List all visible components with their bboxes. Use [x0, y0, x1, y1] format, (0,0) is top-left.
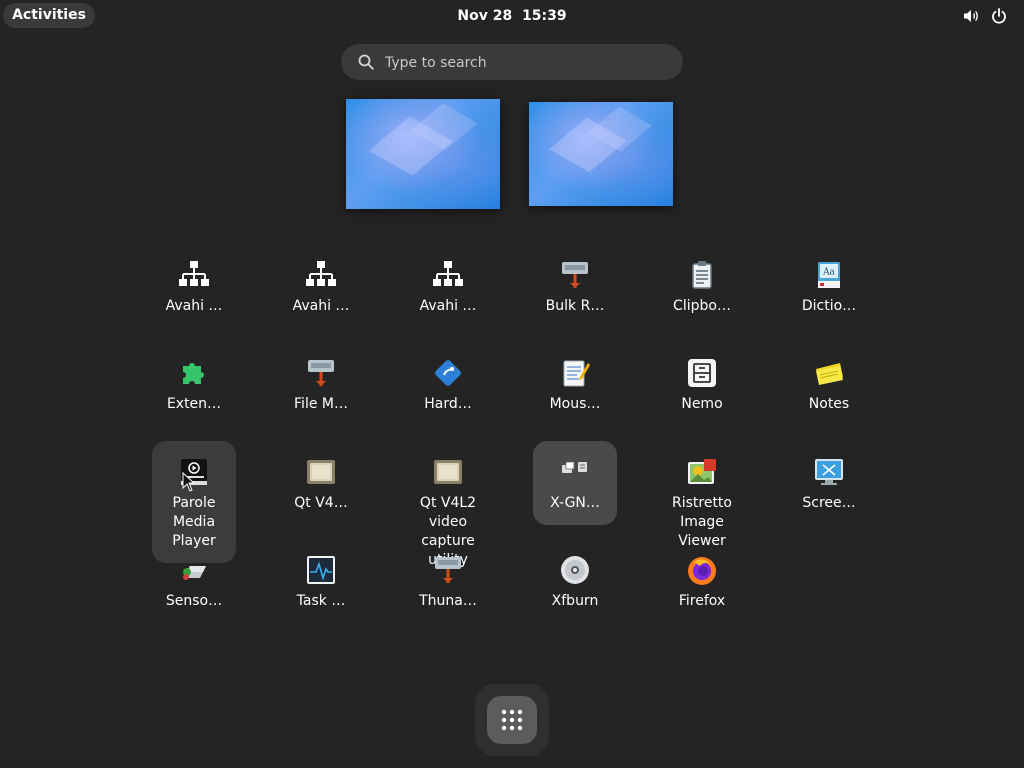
- app-tile[interactable]: Hard…: [406, 342, 490, 432]
- nemo-icon: [688, 359, 716, 387]
- sensors-icon: [183, 566, 206, 580]
- network-icon: [306, 261, 336, 286]
- app-tile[interactable]: Bulk R…: [533, 244, 617, 334]
- dictionary-icon: Aa: [818, 262, 840, 288]
- app-label: Qt V4…: [294, 495, 348, 511]
- hardinfo-icon: [435, 360, 461, 386]
- app-tile[interactable]: Aa Dictio…: [787, 244, 871, 334]
- app-label: Task …: [296, 593, 346, 609]
- notes-icon: [816, 363, 843, 385]
- task-manager-icon: [307, 556, 335, 584]
- app-label: Xfburn: [551, 593, 599, 609]
- workspace-thumbnail-1[interactable]: [346, 99, 500, 209]
- app-tile[interactable]: File M…: [279, 342, 363, 432]
- app-tile[interactable]: Scree…: [787, 441, 871, 531]
- volume-icon[interactable]: [962, 7, 980, 25]
- app-label: Thuna…: [419, 593, 477, 609]
- show-apps-button[interactable]: [487, 696, 537, 744]
- qt-v4l2-capture-icon: [434, 460, 462, 484]
- network-icon: [433, 261, 463, 286]
- clipboard-icon: [692, 261, 712, 289]
- app-label: Avahi …: [292, 298, 350, 314]
- svg-text:Aa: Aa: [822, 268, 835, 278]
- app-label: Clipbo…: [673, 298, 731, 314]
- app-label: Dictio…: [801, 298, 857, 314]
- screenshot-icon: [815, 459, 843, 485]
- top-bar: Activities Nov 28 15:39: [0, 0, 1024, 32]
- app-tile[interactable]: Exten…: [152, 342, 236, 432]
- app-label: Hard…: [424, 396, 472, 412]
- app-label: Avahi …: [165, 298, 223, 314]
- app-folder-tile[interactable]: X-GN…: [533, 441, 617, 525]
- app-label: Firefox: [678, 593, 726, 609]
- app-tile[interactable]: Avahi …: [406, 244, 490, 334]
- app-tile[interactable]: Nemo: [660, 342, 744, 432]
- app-label: Senso…: [165, 593, 223, 609]
- app-tile[interactable]: Task …: [279, 539, 363, 629]
- app-tile[interactable]: Avahi …: [152, 244, 236, 334]
- time-text: 15:39: [522, 8, 567, 24]
- app-label: Avahi …: [419, 298, 477, 314]
- app-tile[interactable]: Mous…: [533, 342, 617, 432]
- app-tile[interactable]: Xfburn: [533, 539, 617, 629]
- app-label: X-GN…: [550, 495, 600, 511]
- mousepad-icon: [563, 360, 590, 387]
- dash: [475, 684, 549, 756]
- app-label: Nemo: [681, 396, 723, 412]
- app-tile[interactable]: Avahi …: [279, 244, 363, 334]
- workspace-thumbnail-2[interactable]: [529, 102, 673, 206]
- mouse-cursor-icon: [182, 472, 196, 492]
- search-input[interactable]: [383, 44, 667, 82]
- app-label: Scree…: [802, 495, 856, 511]
- file-manager-icon: [308, 360, 334, 386]
- app-tile[interactable]: Clipbo…: [660, 244, 744, 334]
- app-tile[interactable]: Thuna…: [406, 539, 490, 629]
- app-label: Exten…: [166, 396, 222, 412]
- thunar-icon: [435, 557, 461, 583]
- image-viewer-icon: [688, 459, 716, 484]
- power-icon[interactable]: [990, 7, 1008, 25]
- app-folder-icon: [562, 461, 587, 473]
- puzzle-icon: [183, 363, 204, 384]
- qt-v4l2-icon: [307, 460, 335, 484]
- date-text: Nov 28: [457, 8, 513, 24]
- clock: Nov 28 15:39: [0, 0, 1024, 32]
- app-tile[interactable]: Notes: [787, 342, 871, 432]
- clock-button[interactable]: Nov 28 15:39: [457, 8, 566, 24]
- app-label: Bulk R…: [545, 298, 605, 314]
- app-label: Mous…: [549, 396, 601, 412]
- search-bar[interactable]: [341, 44, 683, 82]
- app-label: Notes: [808, 396, 850, 412]
- disc-burner-icon: [561, 556, 589, 584]
- app-label: File M…: [294, 396, 348, 412]
- app-tile[interactable]: Firefox: [660, 539, 744, 629]
- network-icon: [179, 261, 209, 286]
- app-tile[interactable]: Senso…: [152, 539, 236, 629]
- app-tile[interactable]: Qt V4…: [279, 441, 363, 531]
- activities-button[interactable]: Activities: [3, 3, 95, 28]
- grid-icon: [501, 709, 523, 731]
- bulk-rename-icon: [562, 262, 588, 288]
- firefox-icon: [688, 557, 716, 585]
- search-icon: [358, 54, 374, 70]
